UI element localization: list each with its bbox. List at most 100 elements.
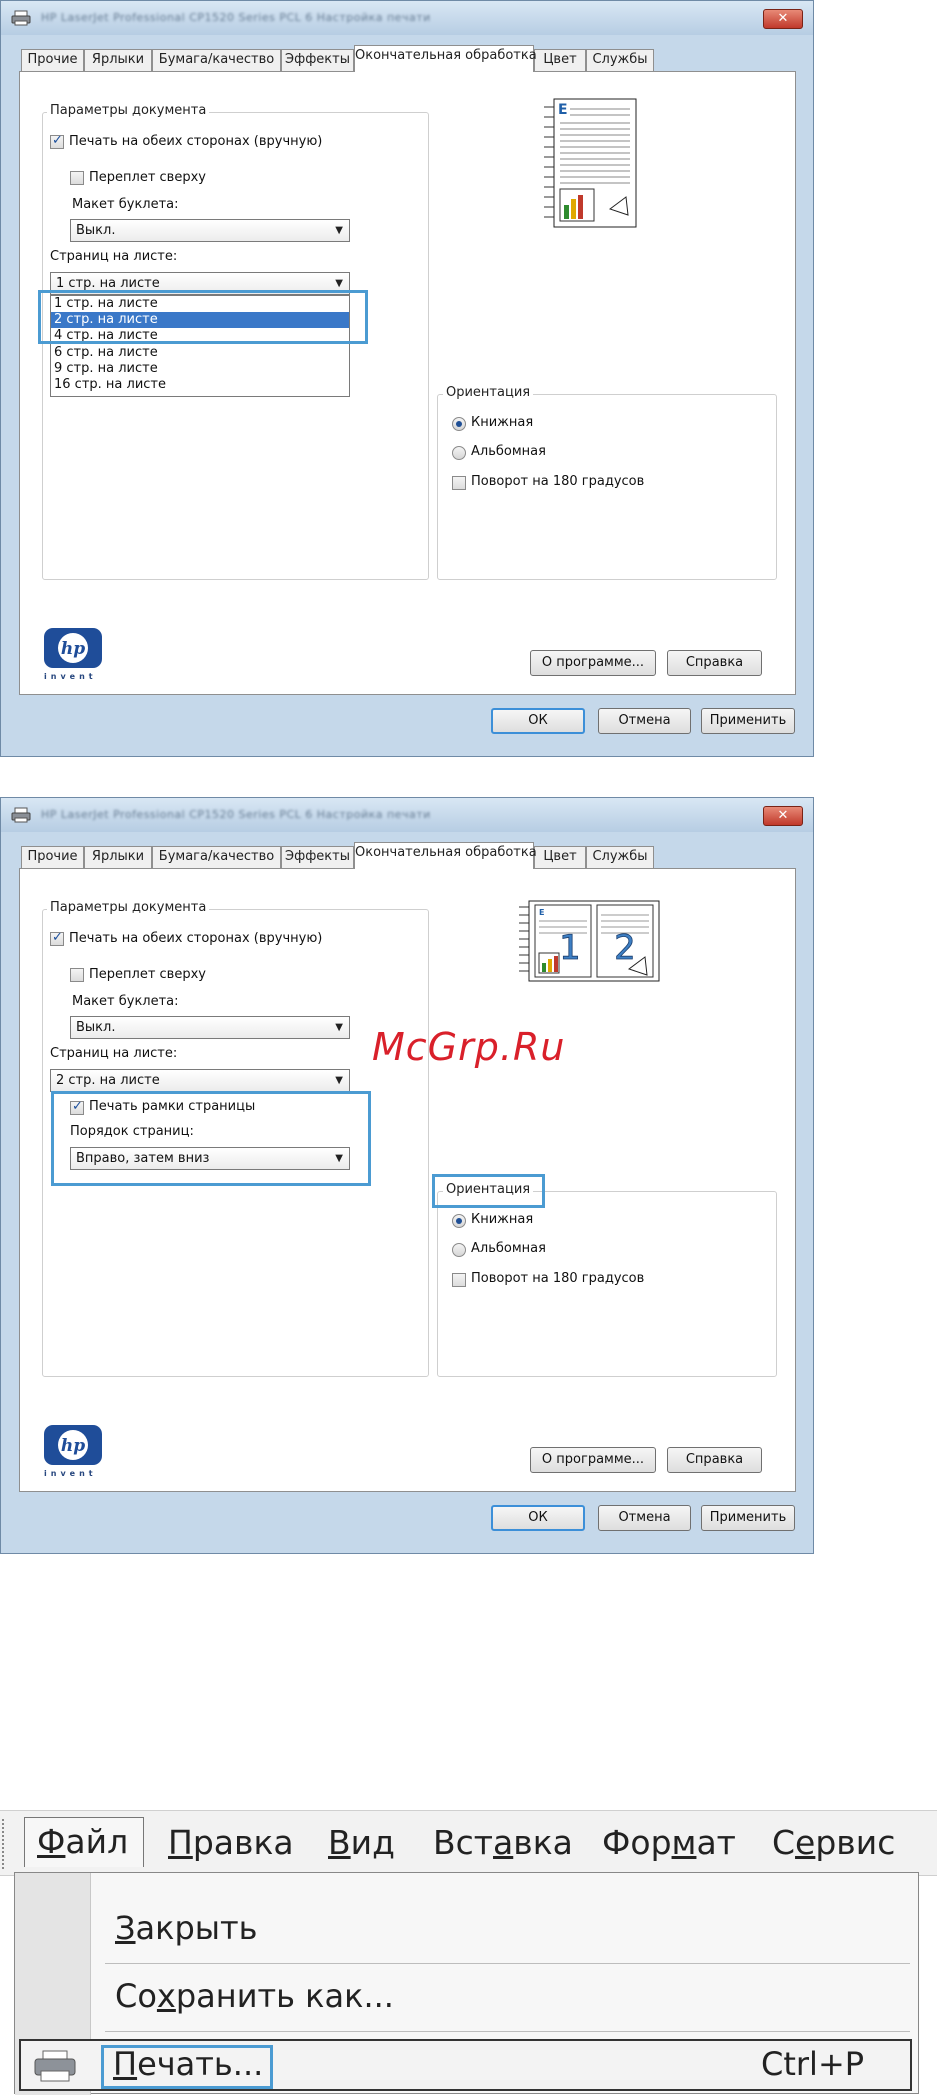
tab-other[interactable]: Прочие [21,846,84,868]
about-button[interactable]: О программе... [530,1447,656,1473]
close-button[interactable]: ✕ [763,806,803,826]
window-title: HP LaserJet Professional CP1520 Series P… [41,11,431,24]
pages-per-sheet-select[interactable]: 2 стр. на листе ▼ [50,1069,350,1092]
close-label: акрыть [135,1909,258,1947]
tab-services[interactable]: Службы [586,49,654,71]
print-label: Печать... [113,2045,263,2083]
rotate-checkbox[interactable] [452,1273,466,1287]
booklet-value: Выкл. [76,223,116,238]
print-settings-dialog-2: HP LaserJet Professional CP1520 Series P… [0,797,814,1554]
portrait-radio[interactable] [452,1214,466,1228]
duplex-checkbox[interactable] [50,930,64,946]
chevron-down-icon: ▼ [335,1075,343,1086]
option-9-pages[interactable]: 9 стр. на листе [51,361,349,377]
print-settings-dialog-1: HP LaserJet Professional CP1520 Series P… [0,0,814,757]
portrait-label: Книжная [471,415,534,430]
booklet-select[interactable]: Выкл. ▼ [70,219,350,242]
title-bar: HP LaserJet Professional CP1520 Series P… [1,798,813,832]
about-button[interactable]: О программе... [530,650,656,676]
print-shortcut: Ctrl+P [761,2045,865,2083]
watermark-text: McGrp.Ru [372,1025,566,1069]
duplex-label: Печать на обеих сторонах (вручную) [69,931,323,946]
title-bar: HP LaserJet Professional CP1520 Series P… [1,1,813,35]
menu-item-close[interactable]: Закрыть [115,1909,258,1947]
help-button[interactable]: Справка [667,650,762,676]
svg-text:hp: hp [61,1436,85,1456]
landscape-radio[interactable] [452,1243,466,1257]
hp-invent-text: invent [44,672,97,681]
rotate-checkbox[interactable] [452,476,466,490]
menu-edit-mnemonic: П [168,1823,193,1862]
pages-per-sheet-value: 2 стр. на листе [56,1073,160,1088]
finishing-panel: Параметры документа Печать на обеих стор… [19,71,796,695]
two-up-preview-icon: E 1 2 [519,900,660,982]
tab-shortcuts[interactable]: Ярлыки [84,846,152,868]
close-button[interactable]: ✕ [763,9,803,29]
tab-paper-quality[interactable]: Бумага/качество [152,49,281,71]
tab-paper-quality[interactable]: Бумага/качество [152,846,281,868]
option-6-pages[interactable]: 6 стр. на листе [51,345,349,361]
flip-up-label: Переплет сверху [89,967,206,982]
ok-button[interactable]: ОК [491,708,585,734]
highlight-frame [38,290,368,344]
highlight-frame [51,1091,371,1186]
apply-button[interactable]: Применить [701,1505,795,1531]
finishing-panel: Параметры документа Печать на обеих стор… [19,868,796,1492]
save-as-label-pre: Со [115,1977,157,2015]
menu-format[interactable]: Формат [602,1823,736,1862]
tab-finishing[interactable]: Окончательная обработка [354,842,537,869]
pages-per-sheet-value: 1 стр. на листе [56,276,160,291]
file-menu-dropdown: Закрыть Сохранить как... Печать... Ctrl+… [14,1872,919,2095]
svg-text:hp: hp [61,639,85,659]
menu-insert[interactable]: Вставка [433,1823,573,1862]
preview-page-2-number: 2 [614,928,636,968]
menu-item-print[interactable]: Печать... Ctrl+P [19,2039,912,2091]
tab-shortcuts[interactable]: Ярлыки [84,49,152,71]
tab-other[interactable]: Прочие [21,49,84,71]
menu-edit[interactable]: Правка [168,1823,294,1862]
booklet-label: Макет буклета: [72,994,179,1009]
booklet-value: Выкл. [76,1020,116,1035]
pages-per-sheet-label: Страниц на листе: [50,1046,178,1061]
menu-format-label-pre: Фор [602,1823,672,1862]
booklet-select[interactable]: Выкл. ▼ [70,1016,350,1039]
tab-finishing[interactable]: Окончательная обработка [354,45,537,72]
menu-file[interactable]: Файл [24,1817,144,1867]
portrait-label: Книжная [471,1212,534,1227]
landscape-radio[interactable] [452,446,466,460]
tab-effects[interactable]: Эффекты [281,846,354,868]
ok-button[interactable]: ОК [491,1505,585,1531]
flip-up-checkbox[interactable] [70,968,84,982]
menu-view[interactable]: Вид [328,1823,395,1862]
tab-services[interactable]: Службы [586,846,654,868]
cancel-button[interactable]: Отмена [598,708,691,734]
menu-edit-label: равка [192,1823,294,1862]
menu-file-label: айл [65,1822,129,1861]
tab-effects[interactable]: Эффекты [281,49,354,71]
tab-color[interactable]: Цвет [534,49,586,71]
cancel-button[interactable]: Отмена [598,1505,691,1531]
print-label-rest: ечать... [137,2045,264,2083]
tab-color[interactable]: Цвет [534,846,586,868]
flip-up-checkbox[interactable] [70,171,84,185]
menu-insert-label-pre: Вст [433,1823,494,1862]
duplex-label: Печать на обеих сторонах (вручную) [69,134,323,149]
menu-item-save-as[interactable]: Сохранить как... [115,1977,394,2015]
chevron-down-icon: ▼ [335,225,343,236]
duplex-checkbox[interactable] [50,133,64,149]
svg-text:E: E [539,908,544,917]
printer-icon [11,10,31,26]
portrait-radio[interactable] [452,417,466,431]
menu-separator [105,1963,910,1964]
orientation-legend: Ориентация [443,385,534,400]
menu-tools[interactable]: Сервис [772,1823,895,1862]
menu-format-mnemonic: м [671,1823,697,1862]
option-16-pages[interactable]: 16 стр. на листе [51,377,349,393]
help-button[interactable]: Справка [667,1447,762,1473]
highlight-frame [432,1174,545,1208]
printer-icon [11,807,31,823]
rotate-label: Поворот на 180 градусов [471,1271,645,1286]
landscape-label: Альбомная [471,444,546,459]
apply-button[interactable]: Применить [701,708,795,734]
preview-page-1-number: 1 [559,928,581,968]
